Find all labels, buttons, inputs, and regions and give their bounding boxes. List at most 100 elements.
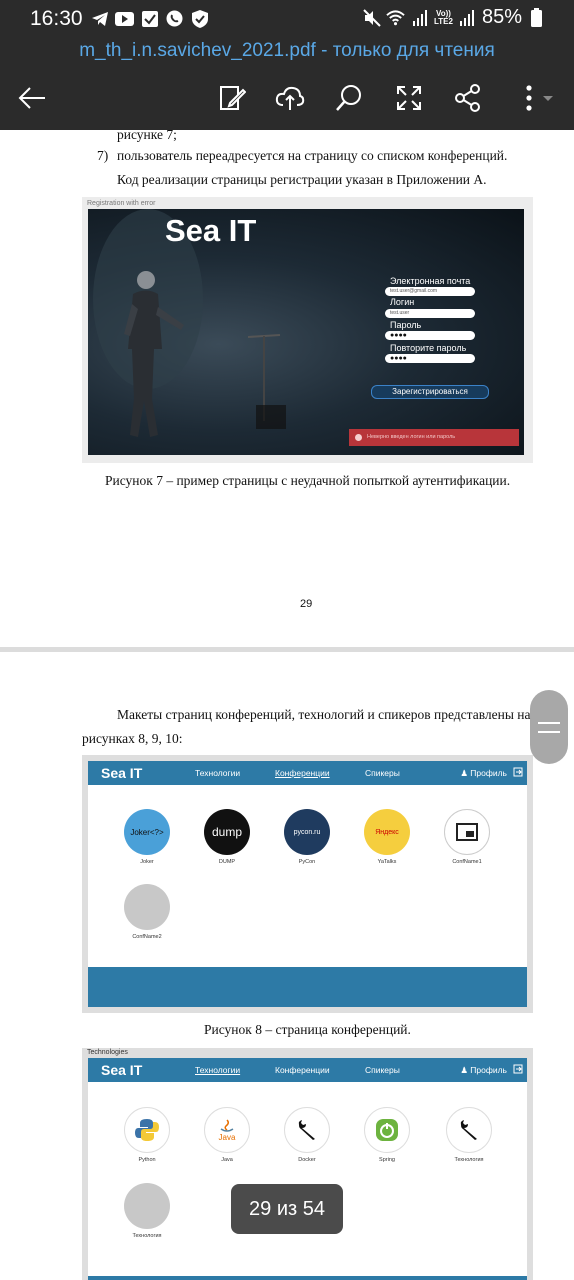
technology-tile[interactable]: Java Java <box>197 1107 257 1163</box>
conferences-screenshot: Sea IT Технологии Конференции Спикеры ♟ … <box>88 761 527 1007</box>
yatalks-logo: Яндекс <box>364 809 410 855</box>
battery-percent: 85% <box>481 6 522 28</box>
conference-tile[interactable]: ConfName1 <box>437 809 497 865</box>
back-icon <box>18 87 45 109</box>
nav-profile[interactable]: ♟ Профиль <box>460 768 507 779</box>
back-button[interactable] <box>16 82 48 114</box>
signal-icon <box>410 8 429 27</box>
nav-technologies[interactable]: Технологии <box>195 1065 240 1075</box>
upload-button[interactable] <box>274 82 306 114</box>
brand-logo: Sea IT <box>165 213 257 248</box>
wrench-icon <box>446 1107 492 1153</box>
figure-caption: Рисунок 7 – пример страницы с неудачной … <box>105 473 511 488</box>
telegram-icon <box>90 9 109 28</box>
technology-tile[interactable]: Python <box>117 1107 177 1163</box>
paragraph-line: рисунках 8, 9, 10: <box>82 731 183 746</box>
more-button[interactable] <box>516 82 560 114</box>
page-number: 29 <box>300 598 313 610</box>
conference-tile[interactable]: dump DUMP <box>197 809 257 865</box>
nav-speakers[interactable]: Спикеры <box>365 1065 400 1075</box>
share-icon <box>455 84 480 112</box>
nav-conferences[interactable]: Конференции <box>275 768 330 778</box>
list-item-number: 7) <box>97 148 109 163</box>
shield-check-icon <box>190 9 209 28</box>
site-navbar: Sea IT Технологии Конференции Спикеры ♟ … <box>88 761 527 785</box>
technology-tile[interactable]: Spring <box>357 1107 417 1163</box>
text-line: рисунке 7; <box>117 130 177 142</box>
dump-logo: dump <box>204 809 250 855</box>
figure-conferences: Sea IT Технологии Конференции Спикеры ♟ … <box>82 755 533 1013</box>
wrench-icon <box>284 1107 330 1153</box>
more-icon <box>526 85 553 111</box>
conference-tile[interactable]: ConfName2 <box>117 884 177 940</box>
share-button[interactable] <box>452 82 484 114</box>
nav-speakers[interactable]: Спикеры <box>365 768 400 778</box>
paragraph: Код реализации страницы регистрации указ… <box>117 172 487 187</box>
joker-logo: Joker<?> <box>124 809 170 855</box>
site-logo: Sea IT <box>101 765 143 781</box>
figure-tag: Registration with error <box>87 200 156 207</box>
system-icons: Vo)) LTE2 85% <box>362 6 546 29</box>
signal-icon-2 <box>458 8 477 27</box>
status-bar: 16:30 Vo)) LTE2 85% <box>0 0 574 38</box>
conference-tile[interactable]: Joker<?> Joker <box>117 809 177 865</box>
conference-tile[interactable]: pycon.ru PyCon <box>277 809 337 865</box>
registration-screenshot: Sea IT Электронная почта test.user@gmail… <box>88 209 524 455</box>
spring-icon <box>364 1107 410 1153</box>
edit-button[interactable] <box>216 82 248 114</box>
site-logo: Sea IT <box>101 1062 143 1078</box>
battery-icon <box>527 8 546 27</box>
python-icon <box>124 1107 170 1153</box>
figure-technologies: Technologies Sea IT Технологии Конференц… <box>82 1048 533 1280</box>
empty-logo <box>124 884 170 930</box>
site-footer <box>88 1276 527 1280</box>
technology-tile[interactable]: Технология <box>439 1107 499 1163</box>
conference-tile[interactable]: Яндекс YaTalks <box>357 809 417 865</box>
lte-indicator: Vo)) LTE2 <box>434 8 453 26</box>
java-icon: Java <box>204 1107 250 1153</box>
search-icon <box>336 85 361 111</box>
cloud-upload-icon <box>275 86 305 110</box>
logout-icon[interactable] <box>513 767 523 777</box>
wifi-icon <box>386 8 405 27</box>
nav-technologies[interactable]: Технологии <box>195 768 240 778</box>
register-button[interactable]: Зарегистрироваться <box>371 385 489 399</box>
error-icon <box>355 434 362 441</box>
nav-profile[interactable]: ♟ Профиль <box>460 1065 507 1076</box>
document-title: m_th_i.n.savichev_2021.pdf - только для … <box>79 40 495 61</box>
password-field[interactable]: ●●●● <box>385 331 475 340</box>
email-field[interactable]: test.user@gmail.com <box>385 287 475 296</box>
youtube-icon <box>115 9 134 28</box>
paragraph-line: Макеты страниц конференций, технологий и… <box>117 707 531 722</box>
edit-icon <box>220 86 246 110</box>
search-button[interactable] <box>333 82 365 114</box>
checkbox-icon <box>140 9 159 28</box>
figure-caption: Рисунок 8 – страница конференций. <box>204 1022 411 1037</box>
figure-tag: Technologies <box>87 1049 128 1056</box>
fullscreen-icon <box>397 86 421 110</box>
repeat-password-field[interactable]: ●●●● <box>385 354 475 363</box>
login-field[interactable]: test.user <box>385 309 475 318</box>
error-message: Неверно введен логин или пароль <box>367 434 456 440</box>
logout-icon[interactable] <box>513 1064 523 1074</box>
notification-icons <box>90 9 209 28</box>
repeat-password-label: Повторите пароль <box>390 343 467 353</box>
technologies-screenshot: Sea IT Технологии Конференции Спикеры ♟ … <box>88 1058 527 1280</box>
site-navbar: Sea IT Технологии Конференции Спикеры ♟ … <box>88 1058 527 1082</box>
figure-registration-error: Registration with error Sea IT Электронн… <box>82 197 533 463</box>
technology-tile[interactable]: Docker <box>277 1107 337 1163</box>
fast-scroll-handle[interactable] <box>530 690 568 764</box>
error-alert: Неверно введен логин или пароль <box>349 429 519 446</box>
list-item-text: пользователь переадресуется на страницу … <box>117 148 508 163</box>
placeholder-logo <box>444 809 490 855</box>
password-label: Пароль <box>390 320 422 330</box>
pdf-page-29: рисунке 7; 7) пользователь переадресуетс… <box>0 130 574 647</box>
viewer-toolbar <box>0 66 574 130</box>
site-footer <box>88 967 527 1007</box>
document-title-bar: m_th_i.n.savichev_2021.pdf - только для … <box>0 38 574 66</box>
nav-conferences[interactable]: Конференции <box>275 1065 330 1075</box>
pycon-logo: pycon.ru <box>284 809 330 855</box>
fullscreen-button[interactable] <box>393 82 425 114</box>
viber-icon <box>165 9 184 28</box>
technology-tile[interactable]: Технология <box>117 1183 177 1239</box>
